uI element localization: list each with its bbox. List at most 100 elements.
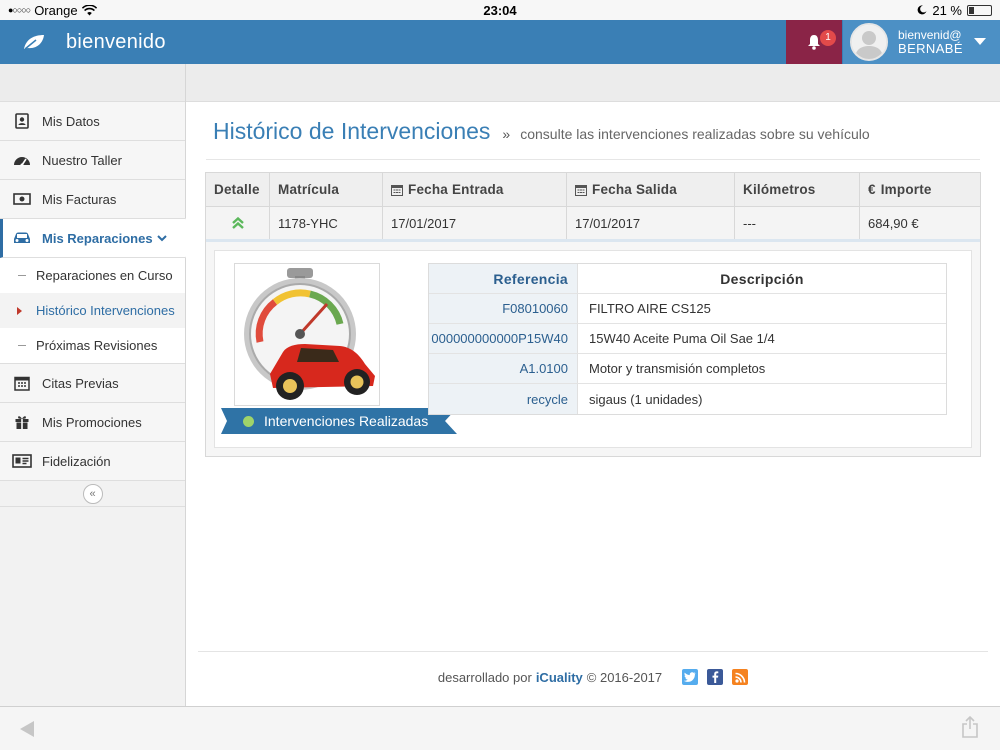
stopwatch-car-image <box>234 263 380 406</box>
column-header-label: Fecha Entrada <box>408 182 504 197</box>
page-subtitle: consulte las intervenciones realizadas s… <box>520 126 870 142</box>
facebook-icon[interactable] <box>707 669 724 685</box>
cell-descripcion: Motor y transmisión completos <box>589 361 766 376</box>
gift-icon <box>12 414 32 430</box>
stopwatch-car-icon <box>244 268 375 400</box>
page-header: Histórico de Intervenciones » consulte l… <box>213 118 870 145</box>
sidebar-item-mis-datos[interactable]: Mis Datos <box>0 102 185 141</box>
table-row: A1.0100 Motor y transmisión completos <box>429 354 946 384</box>
column-header-fecha-salida[interactable]: Fecha Salida <box>567 173 735 206</box>
column-header-label: Detalle <box>214 182 260 197</box>
share-icon[interactable] <box>962 716 978 738</box>
footer-brand-link[interactable]: iCuality <box>536 670 583 685</box>
sidebar-item-label: Citas Previas <box>42 375 119 391</box>
table-row: 000000000000P15W40 15W40 Aceite Puma Oil… <box>429 324 946 354</box>
notifications-button[interactable]: 1 <box>786 20 842 64</box>
notification-badge: 1 <box>820 30 836 46</box>
sidebar-collapse: « <box>0 481 185 507</box>
column-header-referencia: Referencia <box>429 264 578 293</box>
column-header-fecha-entrada[interactable]: Fecha Entrada <box>383 173 567 206</box>
cell-matricula: 1178-YHC <box>270 207 383 239</box>
calendar-icon <box>12 375 32 391</box>
column-header-kilometros[interactable]: Kilómetros <box>735 173 860 206</box>
signal-icon: ●○○○○ <box>8 5 31 15</box>
cell-kilometros: --- <box>735 207 860 239</box>
sidebar-item-citas-previas[interactable]: Citas Previas <box>0 364 185 403</box>
status-bar: ●○○○○ Orange 23:04 21 % <box>0 0 1000 20</box>
detail-toggle-button[interactable] <box>206 207 270 239</box>
chevron-down-icon <box>156 234 167 241</box>
sidebar-item-label: Mis Reparaciones <box>42 230 153 246</box>
wifi-icon <box>81 4 97 15</box>
header-title: bienvenido <box>66 30 166 53</box>
table-row: F08010060 FILTRO AIRE CS125 <box>429 294 946 324</box>
parts-table: Referencia Descripción F08010060 FILTRO … <box>428 263 947 415</box>
caret-down-icon <box>974 38 986 45</box>
footer-prefix: desarrollado por <box>437 669 532 685</box>
interventions-ribbon: Intervenciones Realizadas <box>221 408 457 434</box>
sidebar-item-label: Fidelización <box>42 453 111 469</box>
clock: 23:04 <box>483 2 517 18</box>
breadcrumb-separator: » <box>502 126 511 142</box>
table-row[interactable]: 1178-YHC 17/01/2017 17/01/2017 --- 684,9… <box>206 207 980 242</box>
carrier-label: Orange <box>34 2 78 18</box>
sidebar-item-label: Nuestro Taller <box>42 152 122 168</box>
column-header-detalle: Detalle <box>206 173 270 206</box>
sidebar-item-mis-facturas[interactable]: Mis Facturas <box>0 180 185 219</box>
browser-toolbar <box>0 706 1000 750</box>
divider <box>206 159 980 160</box>
intervention-detail-panel: Intervenciones Realizadas Referencia Des… <box>214 250 972 448</box>
user-greeting: bienvenid@ <box>898 28 962 42</box>
cell-descripcion: FILTRO AIRE CS125 <box>589 301 711 316</box>
twitter-icon[interactable] <box>682 669 699 685</box>
user-menu[interactable]: bienvenid@ BERNABÉ <box>843 20 1000 64</box>
sidebar-item-label: Mis Promociones <box>42 414 142 430</box>
cell-descripcion: 15W40 Aceite Puma Oil Sae 1/4 <box>589 331 775 346</box>
column-header-descripcion: Descripción <box>720 270 804 287</box>
user-name: BERNABÉ <box>898 41 963 56</box>
sidebar-item-fidelizacion[interactable]: Fidelización <box>0 442 185 481</box>
sidebar-item-nuestro-taller[interactable]: Nuestro Taller <box>0 141 185 180</box>
app-header: bienvenido 1 bienvenid@ BERNABÉ <box>0 20 1000 64</box>
top-grey-bar <box>186 64 1000 102</box>
column-header-label: Fecha Salida <box>592 182 677 197</box>
submenu-item-proximas-revisiones[interactable]: Próximas Revisiones <box>0 328 185 363</box>
footer-copyright: © 2016-2017 <box>586 669 663 685</box>
column-header-label: Matrícula <box>278 182 340 197</box>
sidebar-item-mis-promociones[interactable]: Mis Promociones <box>0 403 185 442</box>
cell-referencia: A1.0100 <box>429 354 578 383</box>
user-name-block: bienvenid@ BERNABÉ <box>898 28 963 56</box>
cell-referencia: 000000000000P15W40 <box>429 324 578 353</box>
submenu-reparaciones: Reparaciones en Curso Histórico Interven… <box>0 258 185 364</box>
collapse-sidebar-button[interactable]: « <box>82 483 103 504</box>
sidebar-item-label: Mis Facturas <box>42 191 117 207</box>
cell-referencia: recycle <box>429 384 578 414</box>
sidebar: Mis Datos Nuestro Taller Mis Facturas Mi… <box>0 64 197 706</box>
status-dot-icon <box>243 415 254 427</box>
euro-icon: € <box>868 182 876 197</box>
table-row: recycle sigaus (1 unidades) <box>429 384 946 414</box>
sidebar-top-strip <box>0 64 185 102</box>
avatar <box>850 23 888 61</box>
cell-descripcion: sigaus (1 unidades) <box>589 391 703 407</box>
cell-fecha-salida: 17/01/2017 <box>567 207 735 239</box>
submenu-item-historico-intervenciones[interactable]: Histórico Intervenciones <box>0 293 185 328</box>
submenu-item-reparaciones-en-curso[interactable]: Reparaciones en Curso <box>0 258 185 293</box>
main-content: Histórico de Intervenciones » consulte l… <box>186 64 1000 706</box>
rss-icon[interactable] <box>732 669 749 685</box>
cell-importe: 684,90 € <box>868 215 919 231</box>
column-header-matricula[interactable]: Matrícula <box>270 173 383 206</box>
id-card-icon <box>12 453 32 469</box>
interventions-table: Detalle Matrícula Fecha Entrada Fecha Sa… <box>205 172 981 457</box>
footer-divider <box>198 651 988 652</box>
sidebar-item-mis-reparaciones[interactable]: Mis Reparaciones <box>0 218 197 258</box>
parts-header-row: Referencia Descripción <box>429 264 946 294</box>
back-arrow-icon[interactable] <box>20 721 34 737</box>
car-icon <box>12 230 32 246</box>
user-silhouette-icon <box>852 25 886 59</box>
column-header-importe[interactable]: € Importe <box>860 173 980 206</box>
banknote-icon <box>12 191 32 207</box>
table-header: Detalle Matrícula Fecha Entrada Fecha Sa… <box>206 173 980 207</box>
social-links <box>682 669 749 685</box>
leaf-logo-icon <box>24 35 44 50</box>
